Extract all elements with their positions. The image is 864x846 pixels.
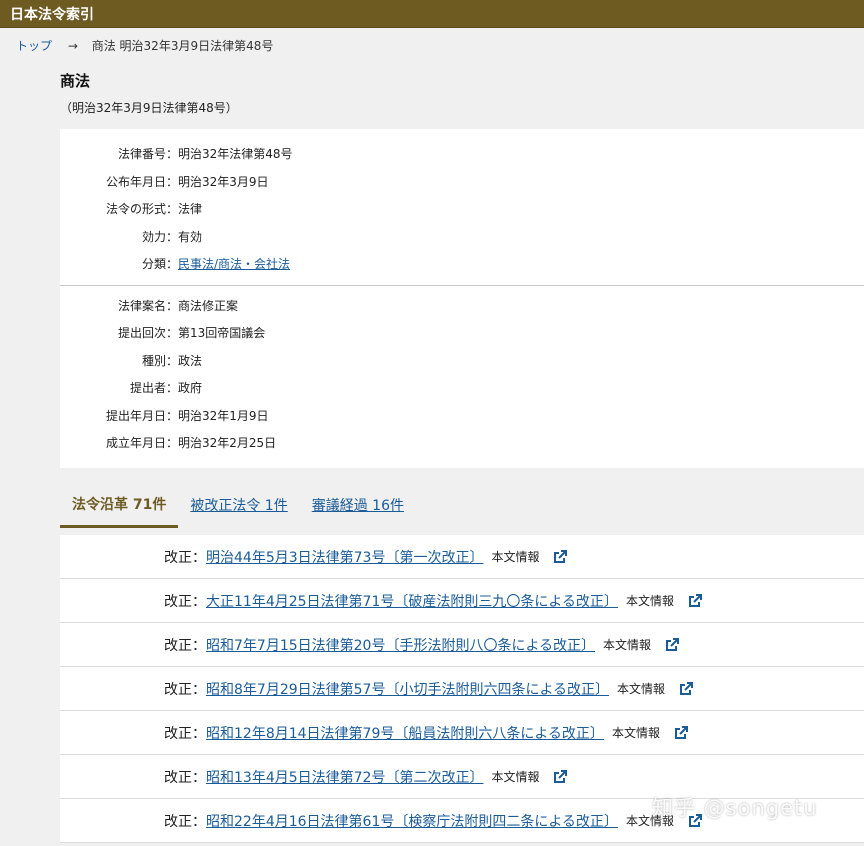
page-title: 商法 <box>60 72 91 90</box>
info-row-enactment-date: 成立年月日： 明治32年2月25日 <box>60 429 864 457</box>
info-group-primary: 法律番号： 明治32年法律第48号 公布年月日： 明治32年3月9日 法令の形式… <box>60 129 864 278</box>
info-value: 法律 <box>178 202 203 217</box>
category-link[interactable]: 民事法/商法・会社法 <box>178 257 290 271</box>
amendment-law-link[interactable]: 昭和7年7月15日法律第20号〔手形法附則八〇条による改正〕 <box>206 635 595 655</box>
info-row-bill-name: 法律案名： 商法修正案 <box>60 292 864 320</box>
breadcrumb-home-link[interactable]: トップ <box>16 39 52 53</box>
info-value: 第13回帝国議会 <box>178 326 266 341</box>
info-value: 明治32年3月9日 <box>178 174 269 189</box>
breadcrumb: トップ → 商法 明治32年3月9日法律第48号 <box>0 28 864 60</box>
watermark: 知乎 @songetu <box>652 796 818 820</box>
list-item: 改正： 明治44年5月3日法律第73号〔第一次改正〕 本文情報 <box>60 535 864 579</box>
amendment-law-link[interactable]: 昭和13年4月5日法律第72号〔第二次改正〕 <box>206 767 483 787</box>
info-value: 明治32年法律第48号 <box>178 147 293 162</box>
info-row-effect: 効力： 有効 <box>60 223 864 251</box>
text-info-label: 本文情報 <box>603 638 652 652</box>
info-row-submitter: 提出者： 政府 <box>60 374 864 402</box>
info-value: 政府 <box>178 381 203 396</box>
info-label: 法律番号： <box>117 147 178 162</box>
info-value: 明治32年2月25日 <box>178 436 277 451</box>
list-item: 改正： 大正11年4月25日法律第71号〔破産法附則三九〇条による改正〕 本文情… <box>60 579 864 623</box>
info-row-submission-date: 提出年月日： 明治32年1月9日 <box>60 402 864 430</box>
breadcrumb-arrow: → <box>67 39 78 53</box>
list-item: 改正： 昭和7年7月15日法律第20号〔手形法附則八〇条による改正〕 本文情報 <box>60 623 864 667</box>
amendment-kind: 改正： <box>164 549 206 566</box>
amendment-law-link[interactable]: 明治44年5月3日法律第73号〔第一次改正〕 <box>206 547 483 567</box>
list-item: 改正： 昭和12年8月14日法律第79号〔船員法附則六八条による改正〕 本文情報 <box>60 711 864 755</box>
amendment-kind: 改正： <box>164 637 206 654</box>
tab-law-history[interactable]: 法令沿革 71件 <box>60 494 179 528</box>
amendment-kind: 改正： <box>164 593 206 610</box>
info-label: 法令の形式： <box>105 202 178 217</box>
info-label: 提出回次： <box>117 326 178 341</box>
info-label: 法律案名： <box>117 298 178 313</box>
text-info-label: 本文情報 <box>617 682 666 696</box>
info-row-law-form: 法令の形式： 法律 <box>60 195 864 223</box>
law-title-block: 商法 （明治32年3月9日法律第48号） <box>0 60 864 128</box>
info-label: 提出年月日： <box>105 408 178 423</box>
info-value: 商法修正案 <box>178 298 239 313</box>
info-label: 提出者： <box>129 381 178 396</box>
site-title[interactable]: 日本法令索引 <box>10 7 94 23</box>
tab-deliberation[interactable]: 審議経過 16件 <box>300 495 416 528</box>
amendment-law-link[interactable]: 昭和12年8月14日法律第79号〔船員法附則六八条による改正〕 <box>206 723 604 743</box>
law-info-panel: 法律番号： 明治32年法律第48号 公布年月日： 明治32年3月9日 法令の形式… <box>60 129 864 468</box>
amendment-law-link[interactable]: 昭和22年4月16日法律第61号〔検察庁法附則四二条による改正〕 <box>206 811 618 831</box>
external-link-icon[interactable] <box>553 549 568 564</box>
info-label: 公布年月日： <box>105 174 178 189</box>
tab-bar: 法令沿革 71件 被改正法令 1件 審議経過 16件 <box>60 468 864 528</box>
info-row-type: 種別： 政法 <box>60 347 864 375</box>
external-link-icon[interactable] <box>665 637 680 652</box>
info-value: 有効 <box>178 229 203 244</box>
external-link-icon[interactable] <box>688 593 702 608</box>
info-label: 種別： <box>141 353 178 368</box>
external-link-icon[interactable] <box>674 725 688 740</box>
text-info-label: 本文情報 <box>491 550 540 564</box>
info-row-category: 分類： 民事法/商法・会社法 <box>60 250 864 278</box>
site-header: 日本法令索引 <box>0 0 864 28</box>
page-subtitle: （明治32年3月9日法律第48号） <box>60 101 238 115</box>
amendment-law-link[interactable]: 大正11年4月25日法律第71号〔破産法附則三九〇条による改正〕 <box>206 591 618 611</box>
amendment-law-link[interactable]: 昭和8年7月29日法律第57号〔小切手法附則六四条による改正〕 <box>206 679 609 699</box>
tab-amended-laws[interactable]: 被改正法令 1件 <box>178 495 299 528</box>
list-item: 改正： 昭和8年7月29日法律第57号〔小切手法附則六四条による改正〕 本文情報 <box>60 667 864 711</box>
amendment-kind: 改正： <box>164 813 206 830</box>
amendment-kind: 改正： <box>164 681 206 698</box>
text-info-label: 本文情報 <box>611 726 660 740</box>
amendment-kind: 改正： <box>164 725 206 742</box>
info-label: 分類： <box>141 257 178 272</box>
amendment-kind: 改正： <box>164 769 206 786</box>
external-link-icon[interactable] <box>553 769 568 784</box>
info-label: 効力： <box>141 229 178 244</box>
info-value: 政法 <box>178 353 203 368</box>
breadcrumb-current: 商法 明治32年3月9日法律第48号 <box>91 39 274 53</box>
text-info-label: 本文情報 <box>491 770 540 784</box>
info-value: 民事法/商法・会社法 <box>178 255 290 272</box>
info-row-session: 提出回次： 第13回帝国議会 <box>60 319 864 347</box>
text-info-label: 本文情報 <box>625 594 674 608</box>
info-row-law-number: 法律番号： 明治32年法律第48号 <box>60 140 864 168</box>
info-value: 明治32年1月9日 <box>178 408 269 423</box>
external-link-icon[interactable] <box>679 681 694 696</box>
info-group-secondary: 法律案名： 商法修正案 提出回次： 第13回帝国議会 種別： 政法 提出者： 政… <box>60 284 864 457</box>
info-row-promulgation-date: 公布年月日： 明治32年3月9日 <box>60 168 864 196</box>
info-label: 成立年月日： <box>105 436 178 451</box>
